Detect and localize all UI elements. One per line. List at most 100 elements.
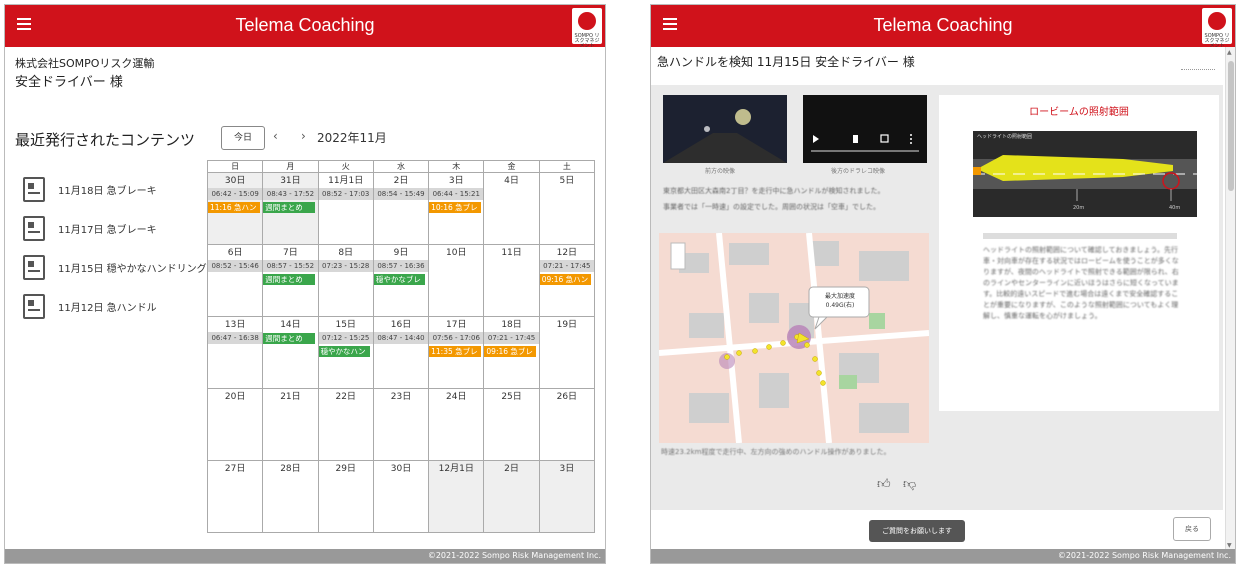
- document-icon: [23, 294, 45, 319]
- calendar-day[interactable]: 5日: [538, 172, 596, 245]
- next-month-button[interactable]: ›: [301, 129, 306, 143]
- rear-video-player[interactable]: [803, 95, 927, 163]
- thumbs-down-icon[interactable]: 👎︎: [903, 477, 916, 492]
- calendar-day[interactable]: 30日 06:42 - 15:09 11:16 急ハン: [206, 172, 264, 245]
- event-chip[interactable]: 週間まとめ: [263, 333, 315, 344]
- calendar-day[interactable]: 12月1日: [428, 460, 485, 533]
- calendar-day[interactable]: 20日: [206, 388, 264, 461]
- front-video-thumbnail[interactable]: [663, 95, 787, 163]
- day-number: 22日: [335, 392, 356, 402]
- day-number: 31日: [280, 176, 301, 186]
- drive-time-range: 07:12 - 15:25: [318, 332, 373, 344]
- calendar-day[interactable]: 26日: [538, 388, 596, 461]
- calendar-day[interactable]: 31日 08:43 - 17:52 週間まとめ: [262, 172, 319, 245]
- event-description-1: 東京都大田区大森南2丁目？を走行中に急ハンドルが検知されました。: [663, 187, 885, 195]
- route-map[interactable]: 最大加速度 0.49G(右): [659, 233, 929, 443]
- back-button[interactable]: 戻る: [1173, 517, 1211, 541]
- map-caption: 時速23.2km程度で走行中、左方向の強めのハンドル操作がありました。: [661, 448, 891, 456]
- calendar-day[interactable]: 27日: [206, 460, 264, 533]
- drive-time-range: 07:21 - 17:45: [539, 260, 594, 272]
- distance-20m: 20m: [1073, 205, 1085, 211]
- day-number: 20日: [224, 392, 246, 402]
- event-chip[interactable]: 週間まとめ: [263, 202, 315, 213]
- scrollbar[interactable]: ▲ ▼: [1225, 47, 1235, 551]
- document-icon: [23, 255, 45, 280]
- calendar-day[interactable]: 16日 08:47 - 14:40: [372, 316, 430, 389]
- calendar-day[interactable]: 11日: [483, 244, 540, 317]
- calendar-day[interactable]: 13日 06:47 - 16:38: [206, 316, 264, 389]
- calendar-day[interactable]: 6日 08:52 - 15:46: [206, 244, 264, 317]
- calendar-day[interactable]: 4日: [483, 172, 540, 245]
- calendar-day[interactable]: 15日 07:12 - 15:25 穏やかなハン: [317, 316, 374, 389]
- prev-month-button[interactable]: ‹: [273, 129, 278, 143]
- scroll-down-icon[interactable]: ▼: [1227, 542, 1232, 549]
- day-number: 19日: [556, 320, 578, 330]
- weekday-header: 火: [317, 160, 374, 173]
- weekday-header: 土: [538, 160, 596, 173]
- today-button[interactable]: 今日: [221, 126, 265, 150]
- event-chip[interactable]: 穏やかなブレ: [373, 274, 426, 285]
- front-video-caption: 前方の映像: [705, 168, 736, 175]
- event-detail-screen: Telema Coaching SOMPO リスクマネジメント 急ハンドルを検知…: [650, 4, 1236, 564]
- calendar-day[interactable]: 14日 週間まとめ: [262, 316, 319, 389]
- event-description-2: 事業者では「一時速」の設定でした。周囲の状況は「空車」でした。: [663, 203, 880, 211]
- event-chip[interactable]: 10:16 急ブレ: [429, 202, 481, 213]
- day-number: 8日: [338, 248, 354, 258]
- distance-40m: 40m: [1169, 205, 1181, 211]
- panel-title: ロービームの照射範囲: [1029, 107, 1129, 118]
- calendar-day[interactable]: 2日 08:54 - 15:49: [372, 172, 430, 245]
- list-item[interactable]: 11月18日 急ブレーキ: [23, 177, 203, 216]
- calendar-day[interactable]: 24日: [428, 388, 485, 461]
- calendar-day[interactable]: 10日: [428, 244, 485, 317]
- calendar-day[interactable]: 30日: [372, 460, 430, 533]
- calendar-day[interactable]: 11月1日 08:52 - 17:03: [317, 172, 374, 245]
- calendar-day[interactable]: 18日 07:21 - 17:45 09:16 急ブレ: [483, 316, 540, 389]
- panel-divider: [983, 233, 1177, 239]
- calendar-day[interactable]: 21日: [262, 388, 319, 461]
- event-chip[interactable]: 11:16 急ハン: [208, 202, 260, 213]
- day-number: 9日: [393, 248, 409, 258]
- drive-time-range: 06:47 - 16:38: [208, 332, 263, 344]
- list-item[interactable]: 11月15日 穏やかなハンドリング: [23, 255, 207, 294]
- app-header: Telema Coaching SOMPO リスクマネジメント: [651, 5, 1235, 49]
- calendar-day[interactable]: 25日: [483, 388, 540, 461]
- drive-time-range: 08:47 - 14:40: [373, 332, 429, 344]
- list-item[interactable]: 11月12日 急ハンドル: [23, 294, 203, 333]
- calendar-day[interactable]: 2日: [483, 460, 540, 533]
- drive-time-range: 08:54 - 15:49: [373, 188, 429, 200]
- calendar-day[interactable]: 23日: [372, 388, 430, 461]
- month-label: 2022年11月: [317, 131, 387, 145]
- calendar-day[interactable]: 8日 07:23 - 15:28: [317, 244, 374, 317]
- event-chip[interactable]: 週間まとめ: [263, 274, 315, 285]
- day-number: 12日: [556, 248, 578, 258]
- event-chip[interactable]: 穏やかなハン: [318, 346, 371, 357]
- calendar-day[interactable]: 9日 08:57 - 16:36 穏やかなブレ: [372, 244, 430, 317]
- event-chip[interactable]: 11:35 急ブレ: [429, 346, 481, 357]
- month-calendar: 日月火水木金土 30日 06:42 - 15:09 11:16 急ハン 31日 08:4…: [206, 160, 596, 533]
- calendar-day[interactable]: 3日 06:44 - 15:21 10:16 急ブレ: [428, 172, 485, 245]
- request-button[interactable]: ご質問をお願いします: [869, 520, 965, 542]
- event-chip[interactable]: 09:16 急ブレ: [484, 346, 536, 357]
- scroll-up-icon[interactable]: ▲: [1227, 49, 1232, 56]
- calendar-day[interactable]: 19日: [538, 316, 596, 389]
- calendar-day[interactable]: 12日 07:21 - 17:45 09:16 急ハン: [538, 244, 596, 317]
- weekday-header: 木: [428, 160, 485, 173]
- calendar-day[interactable]: 29日: [317, 460, 374, 533]
- detail-body: 前方の映像 後方のドラレコ映像 東京都大田区大森南2丁目？を走行中に急ハンドルが…: [651, 85, 1223, 510]
- divider: [1181, 69, 1215, 70]
- day-number: 11日: [501, 248, 522, 258]
- event-chip[interactable]: 09:16 急ハン: [539, 274, 592, 285]
- calendar-day[interactable]: 28日: [262, 460, 319, 533]
- calendar-screen: Telema Coaching SOMPO リスクマネジメント 株式会社SOMP…: [4, 4, 606, 564]
- calendar-day[interactable]: 7日 08:57 - 15:52 週間まとめ: [262, 244, 319, 317]
- calendar-day[interactable]: 17日 07:56 - 17:06 11:35 急ブレ: [428, 316, 485, 389]
- scroll-thumb[interactable]: [1228, 61, 1234, 191]
- sompo-logo: SOMPO リスクマネジメント: [1202, 8, 1232, 49]
- thumbs-up-icon[interactable]: 👍︎: [877, 477, 891, 492]
- calendar-day[interactable]: 3日: [538, 460, 596, 533]
- calendar-day[interactable]: 22日: [317, 388, 374, 461]
- day-number: 30日: [224, 176, 246, 186]
- panel-description: ヘッドライトの照射範囲について確認しておきましょう。先行車・対向車が存在する状況…: [983, 246, 1179, 320]
- list-item[interactable]: 11月17日 急ブレーキ: [23, 216, 203, 255]
- day-number: 2日: [393, 176, 409, 186]
